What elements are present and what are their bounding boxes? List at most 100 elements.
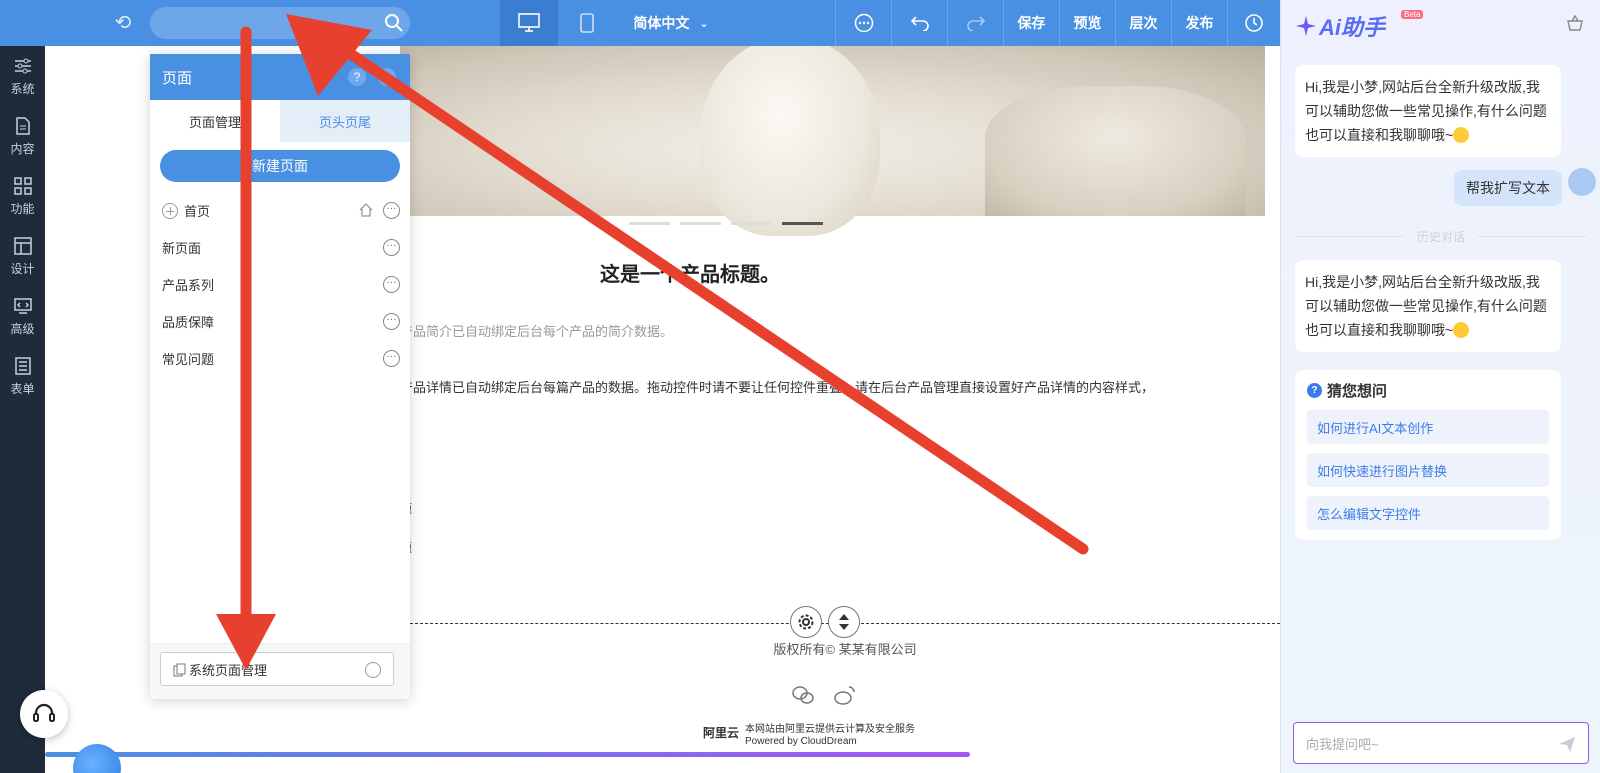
page-item-home[interactable]: 首页 ··· bbox=[150, 192, 410, 229]
expand-icon[interactable] bbox=[162, 202, 178, 219]
ai-message: Hi,我是小梦,网站后台全新升级改版,我可以辅助您做一些常见操作,有什么问题也可… bbox=[1295, 65, 1561, 157]
carousel-dot[interactable] bbox=[680, 222, 721, 225]
chevron-up-icon bbox=[365, 662, 381, 678]
suggestions-card: ? 猜您想问 如何进行AI文本创作 如何快速进行图片替换 怎么编辑文字控件 bbox=[1295, 370, 1561, 540]
footer-resize-button[interactable] bbox=[828, 606, 860, 638]
rail-item-function[interactable]: 功能 bbox=[0, 166, 45, 226]
more-icon[interactable]: ··· bbox=[383, 313, 400, 330]
page-item-new[interactable]: 新页面 ··· bbox=[150, 229, 410, 266]
mobile-icon bbox=[580, 13, 594, 33]
help-icon[interactable]: ? bbox=[348, 68, 366, 86]
smile-emoji-icon bbox=[1453, 322, 1470, 338]
system-pages-label: 系统页面管理 bbox=[189, 662, 268, 678]
rail-label: 设计 bbox=[10, 261, 35, 276]
copyright-text[interactable]: 版权所有© 某某有限公司 bbox=[745, 639, 945, 658]
footer-settings-button[interactable] bbox=[790, 606, 822, 638]
undo-icon bbox=[910, 16, 929, 31]
more-icon[interactable]: ··· bbox=[383, 350, 400, 367]
carousel-dot[interactable] bbox=[629, 222, 670, 225]
ai-chat-input[interactable]: 向我提问吧~ bbox=[1293, 722, 1589, 764]
rail-label: 高级 bbox=[10, 321, 35, 336]
search-input[interactable] bbox=[150, 7, 410, 39]
layers-button[interactable]: 层次 bbox=[1116, 0, 1171, 46]
smile-emoji-icon bbox=[1453, 127, 1470, 143]
ai-input-placeholder: 向我提问吧~ bbox=[1306, 736, 1379, 752]
basket-icon[interactable] bbox=[1566, 14, 1584, 32]
back-icon[interactable]: ⟲ bbox=[112, 12, 134, 34]
copy-icon bbox=[173, 663, 186, 677]
weibo-icon[interactable] bbox=[833, 683, 857, 707]
layout-icon bbox=[13, 236, 32, 255]
rail-item-advanced[interactable]: 高级 bbox=[0, 286, 45, 346]
aliyun-badge[interactable]: 阿里云 本网站由阿里云提供云计算及安全服务 Powered by CloudDr… bbox=[703, 724, 915, 748]
product-title[interactable]: 这是一个产品标题。 bbox=[600, 258, 860, 287]
page-item-quality[interactable]: 品质保障 ··· bbox=[150, 303, 410, 340]
code-icon bbox=[13, 297, 32, 314]
search-icon[interactable] bbox=[383, 12, 405, 34]
rail-item-design[interactable]: 设计 bbox=[0, 226, 45, 286]
close-icon[interactable] bbox=[378, 68, 396, 86]
desktop-view-button[interactable] bbox=[500, 0, 558, 46]
page-list: 首页 ··· 新页面 ··· 产品系列 ··· 品质保障 ··· 常见问题 ··… bbox=[150, 192, 410, 377]
ai-message: Hi,我是小梦,网站后台全新升级改版,我可以辅助您做一些常见操作,有什么问题也可… bbox=[1295, 260, 1561, 352]
publish-button[interactable]: 发布 bbox=[1172, 0, 1227, 46]
sparkle-icon bbox=[1296, 16, 1316, 36]
save-button[interactable]: 保存 bbox=[1004, 0, 1059, 46]
wechat-icon[interactable] bbox=[791, 683, 815, 707]
suggestion-item[interactable]: 如何进行AI文本创作 bbox=[1307, 410, 1549, 444]
language-select[interactable]: 简体中文 ⌄ bbox=[616, 0, 726, 46]
panel-title: 页面 bbox=[162, 69, 193, 87]
headset-icon bbox=[33, 703, 55, 722]
tab-page-management[interactable]: 页面管理 bbox=[150, 100, 280, 142]
mobile-view-button[interactable] bbox=[558, 0, 616, 46]
more-button[interactable] bbox=[836, 0, 891, 46]
product-detail[interactable]: 产品详情已自动绑定后台每篇产品的数据。拖动控件时请不要让任何控件重叠。请在后台产… bbox=[400, 377, 1154, 396]
user-message: 帮我扩写文本 bbox=[1454, 170, 1562, 206]
product-image-carousel[interactable] bbox=[400, 46, 1265, 236]
suggestion-item[interactable]: 怎么编辑文字控件 bbox=[1307, 496, 1549, 530]
more-icon[interactable]: ··· bbox=[383, 276, 400, 293]
carousel-dot[interactable] bbox=[731, 222, 772, 225]
ai-title: Ai助手 bbox=[1319, 15, 1386, 40]
rail-item-system[interactable]: 系统 bbox=[0, 46, 45, 106]
page-label: 品质保障 bbox=[162, 315, 215, 330]
page-item-products[interactable]: 产品系列 ··· bbox=[150, 266, 410, 303]
redo-icon bbox=[966, 16, 985, 31]
send-icon[interactable] bbox=[1558, 735, 1576, 753]
carousel-dot-active[interactable] bbox=[782, 222, 823, 225]
history-button[interactable] bbox=[1228, 0, 1280, 46]
new-page-button[interactable]: 新建页面 bbox=[160, 150, 400, 182]
rail-item-content[interactable]: 内容 bbox=[0, 106, 45, 166]
page-label: 首页 bbox=[184, 204, 211, 219]
cloth-image bbox=[985, 86, 1245, 216]
tab-header-footer[interactable]: 页头页尾 bbox=[280, 100, 410, 142]
more-icon[interactable]: ··· bbox=[383, 202, 400, 219]
language-label: 简体中文 bbox=[633, 15, 690, 31]
gear-icon bbox=[798, 614, 814, 630]
ai-message-text: Hi,我是小梦,网站后台全新升级改版,我可以辅助您做一些常见操作,有什么问题也可… bbox=[1305, 79, 1547, 143]
more-icon[interactable]: ··· bbox=[383, 239, 400, 256]
more-icon bbox=[854, 13, 873, 33]
preview-button[interactable]: 预览 bbox=[1060, 0, 1115, 46]
rail-label: 功能 bbox=[10, 201, 35, 216]
suggestions-title-text: 猜您想问 bbox=[1327, 383, 1388, 400]
system-pages-button[interactable]: 系统页面管理 bbox=[160, 652, 394, 686]
rail-item-form[interactable]: 表单 bbox=[0, 346, 45, 406]
carousel-dots bbox=[629, 222, 823, 225]
page-item-faq[interactable]: 常见问题 ··· bbox=[150, 340, 410, 377]
product-brief[interactable]: 产品简介已自动绑定后台每个产品的简介数据。 bbox=[400, 321, 673, 340]
history-divider: 历史对话 bbox=[1295, 228, 1588, 245]
left-rail: 系统 内容 功能 设计 高级 表单 bbox=[0, 46, 45, 773]
redo-button[interactable] bbox=[948, 0, 1003, 46]
avatar bbox=[1568, 168, 1596, 196]
panel-header: 页面 ? bbox=[150, 54, 410, 100]
form-icon bbox=[14, 356, 31, 375]
suggestion-item[interactable]: 如何快速进行图片替换 bbox=[1307, 453, 1549, 487]
rail-label: 内容 bbox=[10, 141, 35, 156]
history-label: 历史对话 bbox=[1417, 230, 1466, 244]
chevron-down-icon: ⌄ bbox=[699, 17, 709, 30]
undo-button[interactable] bbox=[892, 0, 947, 46]
panel-tabs: 页面管理 页头页尾 bbox=[150, 100, 410, 142]
customer-support-button[interactable] bbox=[20, 690, 68, 738]
aliyun-logo: 阿里云 bbox=[703, 726, 740, 740]
